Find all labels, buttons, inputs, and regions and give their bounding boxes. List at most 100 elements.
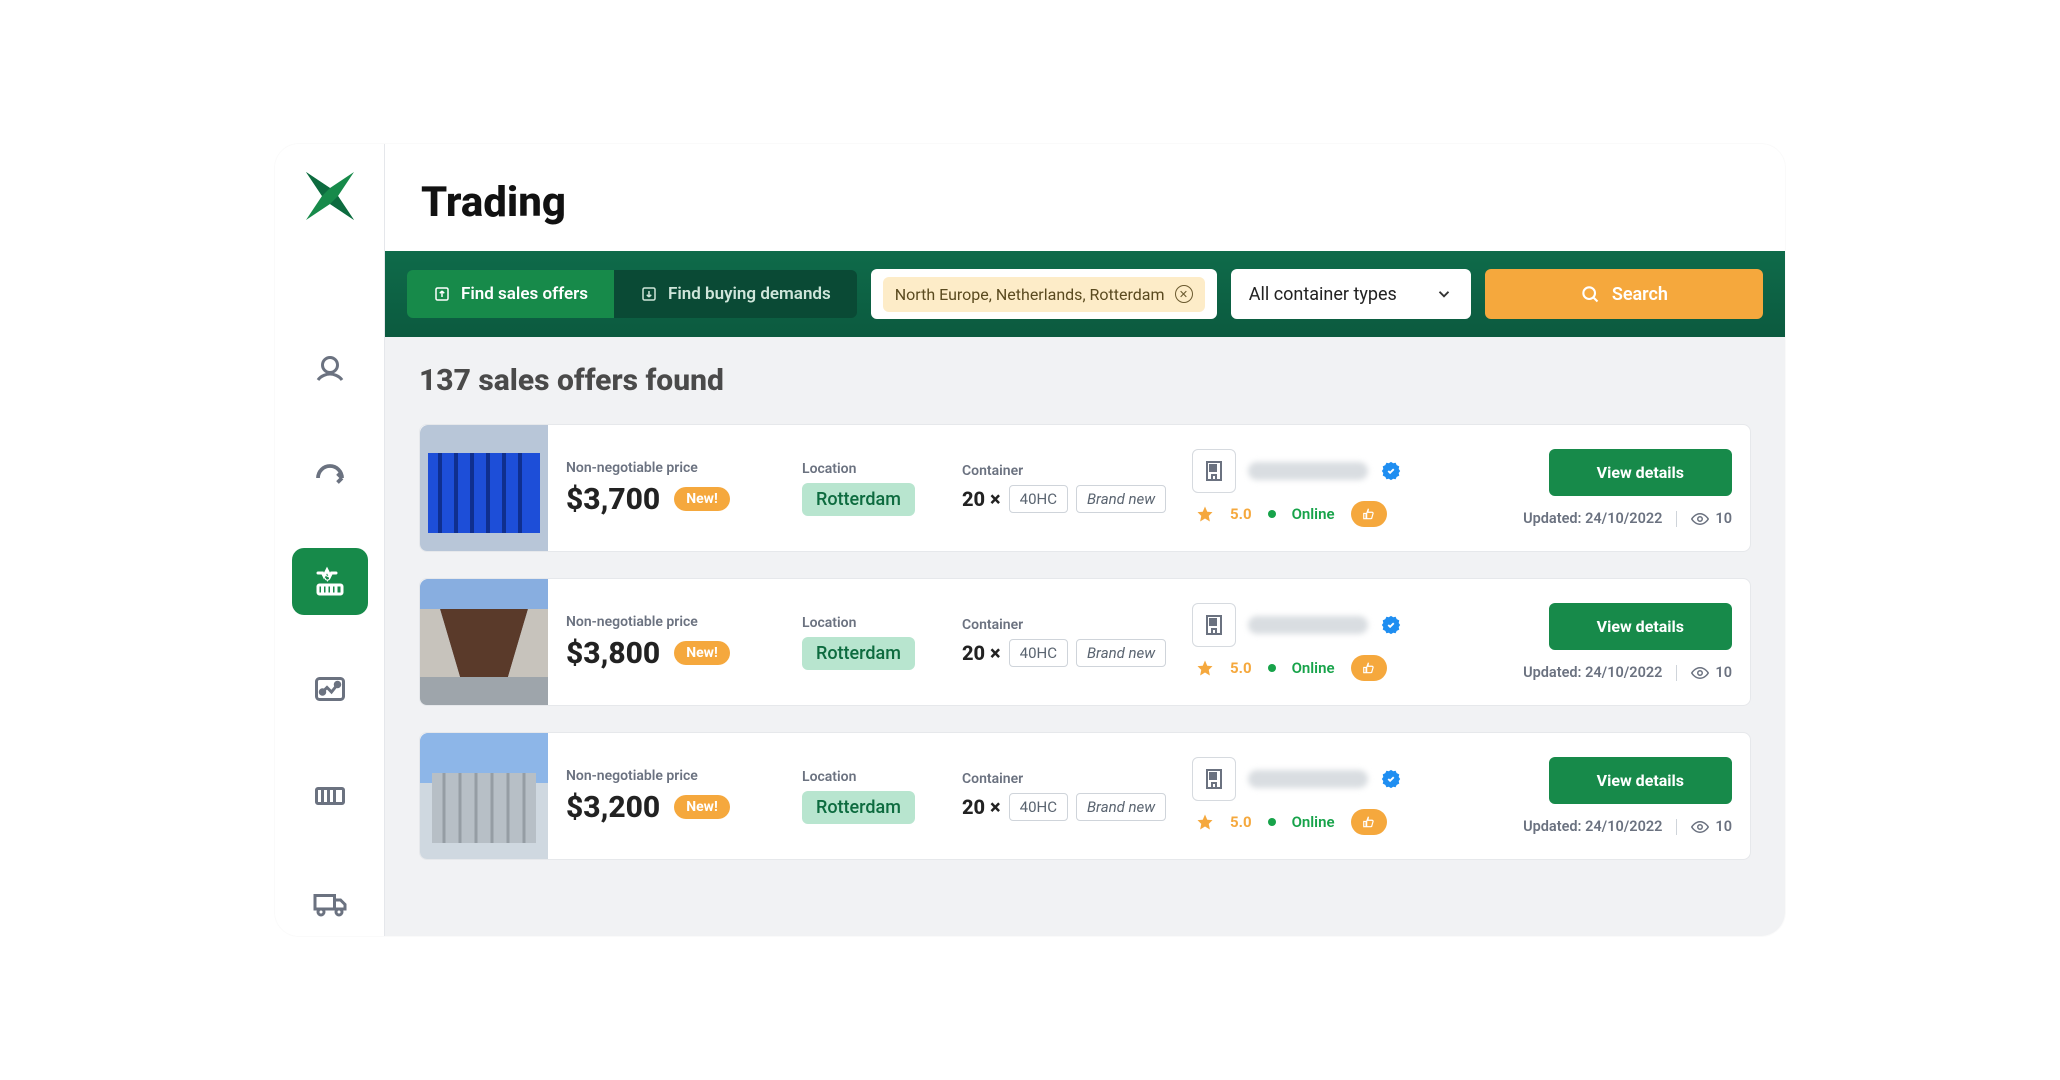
nav-item-trading[interactable]: $ bbox=[292, 548, 368, 615]
thumbs-up-icon bbox=[1362, 815, 1376, 829]
page-title: Trading bbox=[421, 178, 1749, 227]
view-details-button[interactable]: View details bbox=[1549, 449, 1732, 496]
updated-text: Updated: 24/10/2022 bbox=[1523, 510, 1662, 527]
toggle-group: Find sales offers Find buying demands bbox=[407, 270, 857, 318]
nav-item-5[interactable] bbox=[292, 762, 368, 829]
company-icon bbox=[1192, 603, 1236, 647]
filter-bar: Find sales offers Find buying demands No… bbox=[385, 251, 1785, 337]
updated-text: Updated: 24/10/2022 bbox=[1523, 818, 1662, 835]
status-text: Online bbox=[1292, 813, 1335, 831]
star-icon bbox=[1196, 813, 1214, 831]
company-name bbox=[1248, 616, 1368, 634]
location-label: Location bbox=[802, 615, 962, 631]
header: Trading bbox=[385, 144, 1785, 251]
search-icon bbox=[1580, 284, 1600, 304]
offer-card: Non-negotiable price $3,700 New! Locatio… bbox=[419, 424, 1751, 552]
container-condition: Brand new bbox=[1076, 793, 1166, 821]
recommended-badge bbox=[1351, 809, 1387, 835]
logo bbox=[302, 168, 358, 224]
location-chip: North Europe, Netherlands, Rotterdam ✕ bbox=[883, 277, 1205, 312]
location-input[interactable]: North Europe, Netherlands, Rotterdam ✕ bbox=[871, 269, 1217, 319]
container-type: 40HC bbox=[1009, 793, 1068, 821]
offer-image bbox=[420, 425, 548, 552]
new-badge: New! bbox=[674, 641, 730, 665]
find-sales-label: Find sales offers bbox=[461, 284, 588, 304]
status-text: Online bbox=[1292, 659, 1335, 677]
rating-value: 5.0 bbox=[1230, 813, 1252, 831]
quantity: 20 × bbox=[962, 795, 1001, 819]
search-label: Search bbox=[1612, 284, 1668, 305]
location-chip-text: North Europe, Netherlands, Rotterdam bbox=[895, 285, 1165, 304]
container-type: 40HC bbox=[1009, 485, 1068, 513]
updated-text: Updated: 24/10/2022 bbox=[1523, 664, 1662, 681]
recommended-badge bbox=[1351, 655, 1387, 681]
eye-icon bbox=[1691, 664, 1709, 682]
price-value: $3,700 bbox=[566, 482, 660, 517]
container-label: Container bbox=[962, 771, 1192, 787]
price-value: $3,200 bbox=[566, 790, 660, 825]
sidebar: $ bbox=[275, 144, 385, 936]
status-dot-icon bbox=[1268, 818, 1276, 826]
chevron-down-icon bbox=[1435, 285, 1453, 303]
results-heading: 137 sales offers found bbox=[419, 363, 1751, 398]
location-label: Location bbox=[802, 461, 962, 477]
thumbs-up-icon bbox=[1362, 661, 1376, 675]
view-details-button[interactable]: View details bbox=[1549, 603, 1732, 650]
thumbs-up-icon bbox=[1362, 507, 1376, 521]
company-icon bbox=[1192, 449, 1236, 493]
nav-item-4[interactable] bbox=[292, 655, 368, 722]
container-condition: Brand new bbox=[1076, 485, 1166, 513]
svg-text:$: $ bbox=[324, 569, 331, 583]
price-label: Non-negotiable price bbox=[566, 614, 802, 630]
container-label: Container bbox=[962, 617, 1192, 633]
status-text: Online bbox=[1292, 505, 1335, 523]
star-icon bbox=[1196, 505, 1214, 523]
views-count: 10 bbox=[1691, 664, 1732, 682]
quantity: 20 × bbox=[962, 641, 1001, 665]
location-value: Rotterdam bbox=[802, 791, 915, 824]
container-type-select[interactable]: All container types bbox=[1231, 269, 1471, 319]
company-name bbox=[1248, 462, 1368, 480]
arrow-down-box-icon bbox=[640, 285, 658, 303]
company-name bbox=[1248, 770, 1368, 788]
price-label: Non-negotiable price bbox=[566, 460, 802, 476]
find-buying-label: Find buying demands bbox=[668, 284, 831, 304]
offer-card: Non-negotiable price $3,800 New! Locatio… bbox=[419, 578, 1751, 706]
company-icon bbox=[1192, 757, 1236, 801]
container-condition: Brand new bbox=[1076, 639, 1166, 667]
star-icon bbox=[1196, 659, 1214, 677]
quantity: 20 × bbox=[962, 487, 1001, 511]
rating-value: 5.0 bbox=[1230, 505, 1252, 523]
rating-value: 5.0 bbox=[1230, 659, 1252, 677]
content: 137 sales offers found Non-negotiable pr… bbox=[385, 337, 1785, 936]
clear-location-icon[interactable]: ✕ bbox=[1175, 285, 1193, 303]
verified-icon bbox=[1380, 614, 1402, 636]
eye-icon bbox=[1691, 510, 1709, 528]
nav-item-6[interactable] bbox=[292, 869, 368, 936]
container-label: Container bbox=[962, 463, 1192, 479]
views-count: 10 bbox=[1691, 510, 1732, 528]
nav-item-2[interactable] bbox=[292, 441, 368, 508]
view-details-button[interactable]: View details bbox=[1549, 757, 1732, 804]
container-type-label: All container types bbox=[1249, 284, 1397, 305]
offer-image bbox=[420, 579, 548, 706]
price-label: Non-negotiable price bbox=[566, 768, 802, 784]
location-label: Location bbox=[802, 769, 962, 785]
nav-item-1[interactable] bbox=[292, 334, 368, 401]
location-value: Rotterdam bbox=[802, 483, 915, 516]
find-buying-toggle[interactable]: Find buying demands bbox=[614, 270, 857, 318]
verified-icon bbox=[1380, 460, 1402, 482]
new-badge: New! bbox=[674, 795, 730, 819]
status-dot-icon bbox=[1268, 510, 1276, 518]
status-dot-icon bbox=[1268, 664, 1276, 672]
find-sales-toggle[interactable]: Find sales offers bbox=[407, 270, 614, 318]
search-button[interactable]: Search bbox=[1485, 269, 1763, 319]
offer-card: Non-negotiable price $3,200 New! Locatio… bbox=[419, 732, 1751, 860]
price-value: $3,800 bbox=[566, 636, 660, 671]
location-value: Rotterdam bbox=[802, 637, 915, 670]
views-count: 10 bbox=[1691, 818, 1732, 836]
new-badge: New! bbox=[674, 487, 730, 511]
container-type: 40HC bbox=[1009, 639, 1068, 667]
recommended-badge bbox=[1351, 501, 1387, 527]
eye-icon bbox=[1691, 818, 1709, 836]
